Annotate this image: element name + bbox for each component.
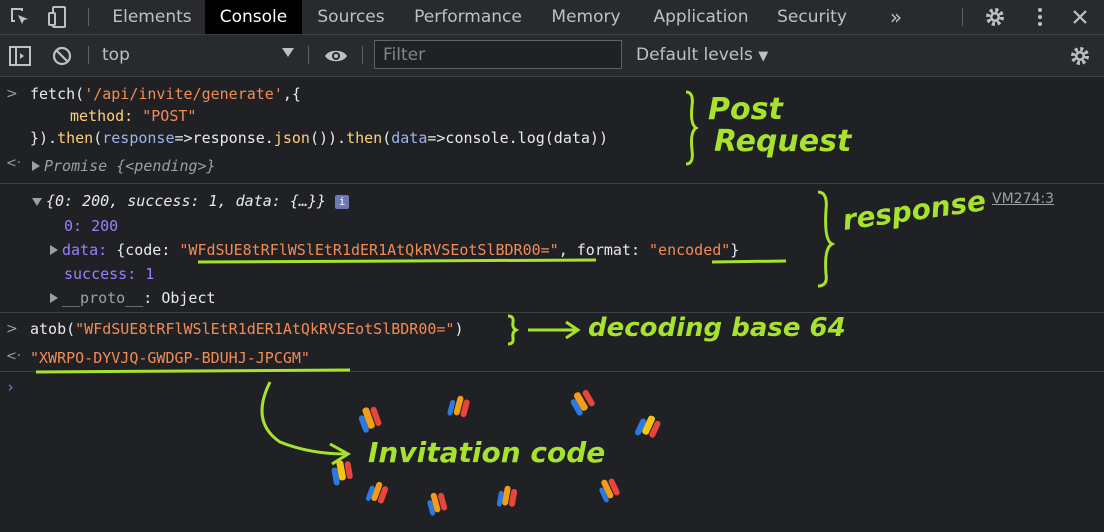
response-brace-icon [817,190,836,288]
annotation-invitation-code: Invitation code [368,436,606,469]
result-underline [35,368,351,374]
annotation-request: Request [714,124,852,159]
annotation-decoding: decoding base 64 [588,313,846,343]
code-underline [197,258,597,264]
decoding-brace-icon [507,314,520,346]
annotation-post: Post [708,92,783,127]
request-brace-icon [685,90,699,166]
curved-arrow-icon [260,381,351,466]
arrow-right-icon [528,320,581,340]
format-underline [711,259,787,264]
